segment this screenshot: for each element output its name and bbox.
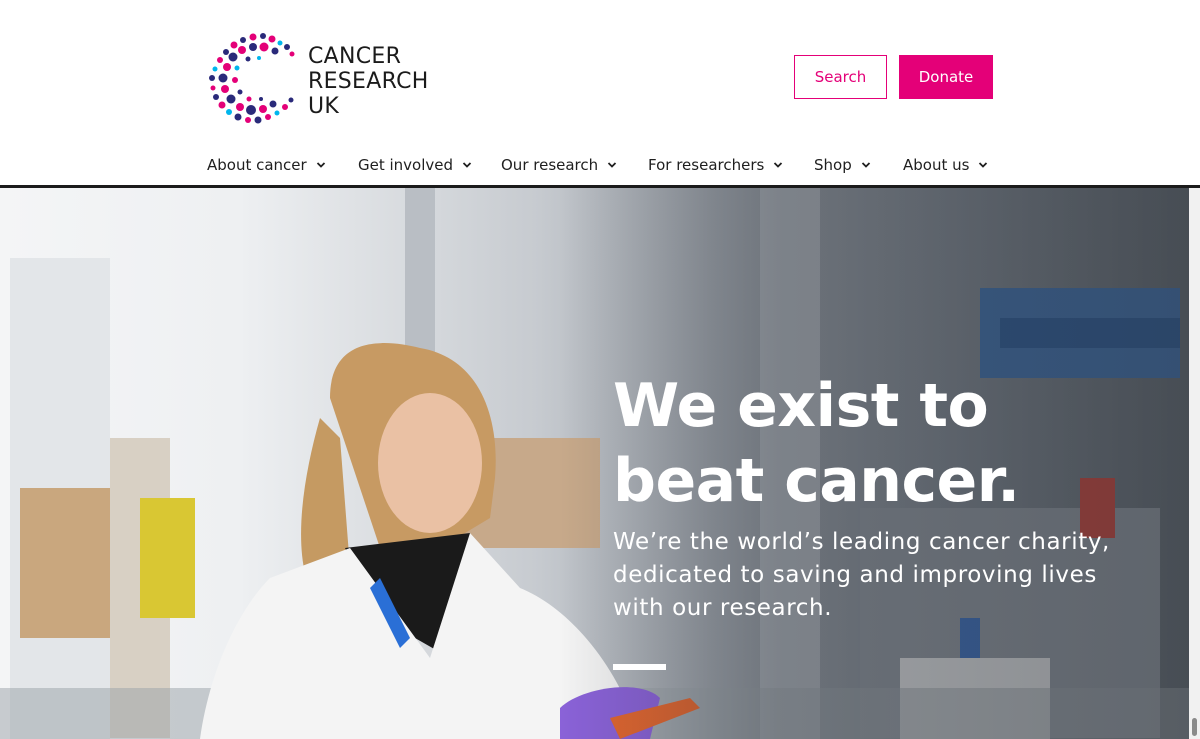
logo-line-2: RESEARCH (308, 69, 429, 94)
donate-button[interactable]: Donate (899, 55, 993, 99)
nav-item-shop[interactable]: Shop (814, 150, 903, 180)
search-button[interactable]: Search (794, 55, 887, 99)
logo-wordmark: CANCER RESEARCH UK (308, 44, 429, 119)
nav-item-our-research[interactable]: Our research (501, 150, 648, 180)
nav-item-label: Shop (814, 156, 852, 174)
site-header: CANCER RESEARCH UK Search Donate About c… (0, 0, 1200, 188)
nav-item-label: Get involved (358, 156, 454, 174)
logo-line-1: CANCER (308, 44, 402, 69)
site-logo[interactable]: CANCER RESEARCH UK (207, 32, 432, 124)
nav-item-about-cancer[interactable]: About cancer (207, 150, 358, 180)
nav-item-get-involved[interactable]: Get involved (358, 150, 501, 180)
page-scrollbar[interactable] (1189, 188, 1200, 739)
hero-subtitle: We’re the world’s leading cancer charity… (613, 529, 1110, 621)
logo-line-3: UK (308, 94, 340, 119)
nav-item-for-researchers[interactable]: For researchers (648, 150, 814, 180)
chevron-down-icon (774, 162, 783, 168)
chevron-down-icon (861, 162, 870, 168)
chevron-down-icon (979, 162, 988, 168)
chevron-down-icon (608, 162, 617, 168)
hero-title: We exist to beat cancer. (613, 371, 1020, 516)
chevron-down-icon (462, 162, 472, 168)
nav-item-label: About us (903, 156, 970, 174)
main-nav: About cancer Get involved Our research F… (207, 150, 998, 180)
hero-accent-bar (613, 664, 666, 670)
scrollbar-thumb[interactable] (1192, 718, 1197, 736)
nav-item-label: For researchers (648, 156, 765, 174)
hero-banner: We exist to beat cancer. We’re the world… (0, 188, 1189, 739)
logo-dots-icon (209, 33, 295, 124)
nav-item-label: About cancer (207, 156, 307, 174)
nav-item-about-us[interactable]: About us (903, 150, 998, 180)
chevron-down-icon (316, 162, 325, 168)
nav-item-label: Our research (501, 156, 599, 174)
